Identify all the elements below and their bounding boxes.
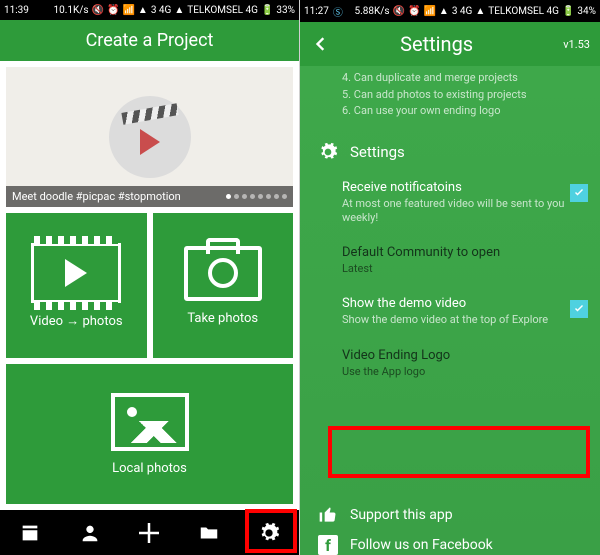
support-title: Support this app bbox=[350, 507, 453, 523]
gear-icon bbox=[318, 142, 338, 162]
setting-video-ending-logo[interactable]: Video Ending Logo Use the App logo bbox=[300, 338, 600, 389]
feature-item: 4. Can duplicate and merge projects bbox=[342, 70, 580, 87]
support-app-row[interactable]: Support this app bbox=[300, 495, 600, 535]
tile-take-photos[interactable]: Take photos bbox=[153, 213, 294, 358]
phone-settings: 11:27 Ⓢ 5.88K/s 🔇 ⏰ 📶 ▲ 3 4G ▲ TELKOMSEL… bbox=[300, 0, 600, 555]
app-version: v1.53 bbox=[563, 38, 590, 51]
thumbs-up-icon bbox=[318, 505, 338, 525]
battery-icon: 🔋 bbox=[562, 6, 574, 17]
section-settings: Settings bbox=[300, 128, 600, 170]
battery-icon: 🔋 bbox=[261, 5, 273, 16]
nav-folder[interactable] bbox=[179, 510, 239, 555]
tile-label: Take photos bbox=[187, 311, 258, 326]
highlight-video-ending-logo bbox=[328, 426, 590, 478]
main-content: Meet doodle #picpac #stopmotion Video → … bbox=[0, 61, 299, 510]
feature-item: 5. Can add photos to existing projects bbox=[342, 87, 580, 104]
feature-item: 6. Can use your own ending logo bbox=[342, 103, 580, 120]
phone-create-project: 11:39 10.1K/s 🔇 ⏰ 📶 ▲ 3 4G ▲ TELKOMSEL 4… bbox=[0, 0, 300, 555]
status-sim: 3 4G bbox=[151, 5, 172, 16]
nav-settings[interactable] bbox=[239, 510, 299, 555]
signal2-icon: ▲ bbox=[174, 5, 184, 16]
facebook-icon: f bbox=[318, 535, 338, 555]
checkbox-checked-icon[interactable] bbox=[570, 300, 588, 318]
clapperboard-icon bbox=[109, 96, 191, 178]
follow-fb-label: Follow us on Facebook bbox=[350, 537, 493, 553]
mute-icon: 🔇 bbox=[92, 5, 104, 16]
page-title: Create a Project bbox=[86, 30, 214, 51]
checkbox-checked-icon[interactable] bbox=[570, 184, 588, 202]
status-sim: 3 4G bbox=[452, 6, 473, 17]
setting-title: Video Ending Logo bbox=[342, 348, 582, 363]
signal-icon: ▲ bbox=[138, 5, 148, 16]
status-time: 11:39 bbox=[4, 5, 29, 16]
setting-subtitle: Use the App logo bbox=[342, 365, 582, 379]
setting-default-community[interactable]: Default Community to open Latest bbox=[300, 235, 600, 286]
nav-projects[interactable] bbox=[0, 510, 60, 555]
plus-icon bbox=[134, 518, 164, 548]
status-carrier: TELKOMSEL 4G bbox=[187, 5, 258, 16]
status-speed: 5.88K/s bbox=[354, 6, 389, 17]
status-time: 11:27 bbox=[304, 6, 329, 17]
settings-body[interactable]: 4. Can duplicate and merge projects 5. C… bbox=[300, 66, 600, 555]
mute-icon: 🔇 bbox=[393, 6, 405, 17]
picture-icon bbox=[111, 393, 189, 451]
pro-features-list: 4. Can duplicate and merge projects 5. C… bbox=[300, 66, 600, 128]
tile-local-photos[interactable]: Local photos bbox=[6, 364, 293, 504]
tile-label: Local photos bbox=[112, 461, 187, 476]
app-header: Create a Project bbox=[0, 20, 299, 61]
setting-title: Receive notificatoins bbox=[342, 180, 582, 195]
signal-icon: ▲ bbox=[439, 6, 449, 17]
tile-label: Video → photos bbox=[30, 313, 123, 329]
status-bar: 11:27 Ⓢ 5.88K/s 🔇 ⏰ 📶 ▲ 3 4G ▲ TELKOMSEL… bbox=[300, 0, 600, 22]
settings-header: Settings v1.53 bbox=[300, 22, 600, 66]
wifi-icon: 📶 bbox=[122, 5, 134, 16]
signal2-icon: ▲ bbox=[475, 6, 485, 17]
carousel-caption: Meet doodle #picpac #stopmotion bbox=[12, 190, 181, 203]
setting-title: Default Community to open bbox=[342, 245, 582, 260]
alarm-icon: ⏰ bbox=[107, 5, 119, 16]
setting-subtitle: Show the demo video at the top of Explor… bbox=[342, 313, 582, 327]
folder-icon bbox=[198, 522, 220, 544]
nav-create[interactable] bbox=[120, 510, 180, 555]
setting-subtitle: Latest bbox=[342, 262, 582, 276]
film-icon bbox=[31, 243, 121, 303]
status-battery: 33% bbox=[276, 5, 295, 16]
gear-icon bbox=[258, 522, 280, 544]
page-title: Settings bbox=[320, 32, 553, 56]
tile-video-to-photos[interactable]: Video → photos bbox=[6, 213, 147, 358]
status-speed: 10.1K/s bbox=[53, 5, 88, 16]
follow-facebook-row[interactable]: f Follow us on Facebook bbox=[300, 535, 600, 555]
section-label: Settings bbox=[350, 143, 405, 161]
status-carrier: TELKOMSEL 4G bbox=[488, 6, 559, 17]
setting-notifications[interactable]: Receive notificatoins At most one featur… bbox=[300, 170, 600, 236]
camera-icon bbox=[184, 246, 262, 301]
bottom-nav bbox=[0, 510, 299, 555]
support-section: Support this app f Follow us on Facebook bbox=[300, 495, 600, 555]
status-battery: 34% bbox=[577, 6, 596, 17]
nav-community[interactable] bbox=[60, 510, 120, 555]
wifi-icon: 📶 bbox=[423, 6, 435, 17]
setting-subtitle: At most one featured video will be sent … bbox=[342, 197, 582, 226]
setting-title: Show the demo video bbox=[342, 296, 582, 311]
setting-demo-video[interactable]: Show the demo video Show the demo video … bbox=[300, 286, 600, 337]
alarm-icon: ⏰ bbox=[408, 6, 420, 17]
people-icon bbox=[79, 522, 101, 544]
carousel-dots bbox=[226, 194, 287, 199]
featured-carousel[interactable]: Meet doodle #picpac #stopmotion bbox=[6, 67, 293, 207]
skype-icon: Ⓢ bbox=[333, 4, 343, 19]
status-bar: 11:39 10.1K/s 🔇 ⏰ 📶 ▲ 3 4G ▲ TELKOMSEL 4… bbox=[0, 0, 299, 20]
film-icon bbox=[19, 522, 41, 544]
